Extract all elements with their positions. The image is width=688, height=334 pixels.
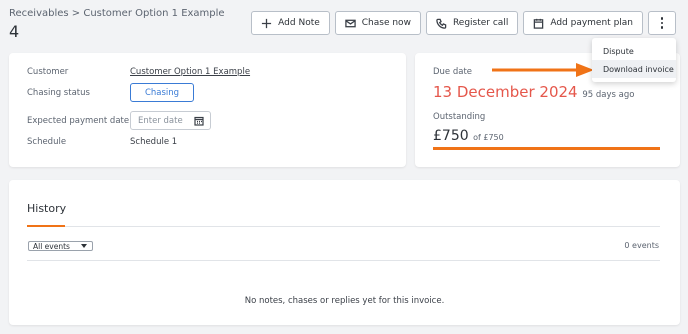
register-call-button[interactable]: Register call: [425, 11, 519, 35]
expected-date-input[interactable]: Enter date: [130, 111, 211, 130]
calendar-icon: [194, 116, 204, 126]
expected-date-label: Expected payment date: [27, 116, 130, 126]
chasing-status-button[interactable]: Chasing: [130, 83, 194, 102]
due-date-ago: 95 days ago: [582, 90, 635, 100]
customer-label: Customer: [27, 67, 69, 77]
more-options-menu: Dispute Download invoice: [592, 38, 676, 82]
outstanding-progress-bar: [433, 147, 660, 150]
chase-now-label: Chase now: [361, 18, 411, 28]
invoice-details-card: Customer Customer Option 1 Example Chasi…: [9, 53, 406, 167]
due-date-label: Due date: [433, 67, 473, 77]
add-note-button[interactable]: Add Note: [251, 11, 330, 35]
breadcrumb[interactable]: Receivables > Customer Option 1 Example: [9, 8, 225, 19]
mail-icon: [345, 19, 356, 27]
add-payment-plan-button[interactable]: Add payment plan: [523, 11, 643, 35]
menu-item-download-invoice[interactable]: Download invoice: [592, 60, 676, 78]
outstanding-total: of £750: [473, 133, 504, 142]
menu-item-dispute[interactable]: Dispute: [592, 42, 676, 60]
events-filter-value: All events: [33, 241, 70, 251]
add-payment-plan-label: Add payment plan: [550, 18, 633, 28]
events-count: 0 events: [624, 241, 659, 250]
due-date-value: 13 December 2024 95 days ago: [433, 83, 634, 101]
tab-divider: [27, 226, 660, 227]
more-options-button[interactable]: [648, 11, 676, 35]
empty-history-message: No notes, chases or replies yet for this…: [244, 296, 445, 306]
caret-down-icon: [81, 244, 87, 248]
expected-date-placeholder: Enter date: [138, 115, 183, 126]
outstanding-label: Outstanding: [433, 112, 486, 122]
schedule-value: Schedule 1: [130, 137, 178, 147]
tab-active-indicator: [27, 225, 65, 227]
outstanding-progress-fill: [433, 147, 660, 150]
customer-link[interactable]: Customer Option 1 Example: [130, 67, 250, 77]
calendar-icon: [534, 18, 544, 29]
add-note-label: Add Note: [278, 18, 320, 28]
kebab-icon: [660, 17, 664, 29]
history-card: History All events 0 events No notes, ch…: [9, 180, 680, 325]
due-date-text: 13 December 2024: [433, 83, 578, 101]
toolbar: Add Note Chase now Register call Add pay…: [251, 11, 676, 35]
register-call-label: Register call: [452, 18, 509, 28]
events-filter-select[interactable]: All events: [28, 241, 93, 251]
phone-icon: [436, 18, 447, 29]
arrow-annotation-icon: [492, 63, 594, 77]
plus-icon: [262, 18, 272, 28]
page-title: 4: [9, 22, 20, 41]
chasing-status-label: Chasing status: [27, 88, 90, 98]
tab-history[interactable]: History: [27, 202, 66, 215]
schedule-label: Schedule: [27, 137, 67, 147]
outstanding-amount: £750 of £750: [433, 128, 504, 144]
chase-now-button[interactable]: Chase now: [334, 11, 421, 35]
outstanding-value: £750: [433, 128, 469, 144]
events-divider: [27, 260, 660, 261]
